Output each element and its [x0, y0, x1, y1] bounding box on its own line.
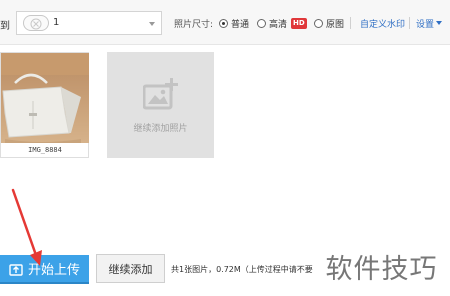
album-select-value: 1 — [53, 17, 60, 28]
toolbar-divider — [409, 17, 410, 29]
radio-icon[interactable] — [257, 19, 266, 28]
continue-add-label: 继续添加 — [108, 262, 153, 276]
upload-to-label: 到 — [0, 21, 10, 32]
size-option-label: 高清 — [269, 20, 288, 30]
start-upload-label: 开始上传 — [27, 263, 80, 278]
photo-thumbnail — [1, 53, 89, 143]
start-upload-button[interactable]: 开始上传 — [0, 255, 89, 284]
watermark-text: 软件技巧 — [313, 244, 450, 296]
album-cover-icon — [23, 15, 49, 31]
add-photo-tile[interactable]: 继续添加照片 — [107, 52, 214, 158]
upload-icon — [9, 262, 23, 276]
radio-icon[interactable] — [314, 19, 323, 28]
size-option-original[interactable]: 原图 — [314, 17, 344, 30]
custom-watermark-link[interactable]: 自定义水印 — [360, 17, 405, 30]
size-option-hd[interactable]: 高清 — [257, 17, 287, 30]
continue-add-button[interactable]: 继续添加 — [96, 254, 165, 283]
upload-toolbar: 到 1 照片尺寸: 普通 高清 HD 原图 自定义水印 设置 — [0, 0, 450, 45]
upload-status-text: 共1张图片，0.72M（上传过程中请不要 — [171, 265, 313, 274]
radio-selected-icon[interactable] — [219, 19, 228, 28]
chevron-down-icon[interactable] — [149, 22, 155, 26]
add-photo-label: 继续添加照片 — [133, 124, 188, 134]
photo-size-label: 照片尺寸: — [174, 20, 214, 30]
photo-item[interactable]: IMG_8884 — [0, 52, 89, 158]
settings-link[interactable]: 设置 — [416, 17, 434, 30]
size-option-label: 原图 — [326, 20, 345, 30]
album-select[interactable]: 1 — [16, 11, 162, 35]
size-option-normal[interactable]: 普通 — [219, 17, 249, 30]
hd-badge: HD — [291, 18, 307, 29]
settings-chevron-icon[interactable] — [436, 21, 442, 25]
size-option-label: 普通 — [231, 20, 250, 30]
image-plus-icon — [143, 78, 178, 110]
toolbar-divider — [350, 17, 351, 29]
photo-filename: IMG_8884 — [28, 146, 62, 154]
